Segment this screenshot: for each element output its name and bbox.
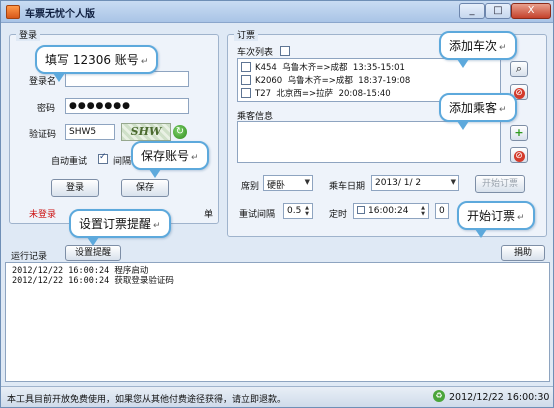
seat-value: 硬卧 [267,181,286,191]
tooltip-text: 设置订票提醒 [79,217,152,231]
spin-icon: ▲ ▼ [421,205,425,217]
username-label: 登录名 [29,77,57,87]
add-passenger-button[interactable]: + [510,125,528,141]
train-time: 13:35-15:01 [352,63,405,73]
set-reminder-button[interactable]: 设置提醒 [65,245,121,261]
window-title: 车票无忧个人版 [25,9,95,20]
train-row[interactable]: K454 乌鲁木齐=>成都 13:35-15:01 [241,61,405,74]
app-icon [6,5,20,19]
title-bar: 车票无忧个人版 _ □ X [1,1,553,23]
tooltip-text: 添加车次 [449,39,498,53]
seat-select[interactable]: 硬卧 ▼ [263,175,313,191]
auto-retry-checkbox[interactable] [98,152,108,164]
train-code: K2060 [255,76,283,86]
train-route: 北京西=>拉萨 [276,89,334,99]
password-field[interactable]: ●●●●●●● [65,98,189,114]
return-icon: ↵ [191,153,199,163]
interval-label: 间隔 [113,157,132,167]
tooltip-start-order: 开始订票 ↵ [457,201,535,238]
password-label: 密码 [37,104,56,114]
clock-icon: ♻ [433,390,445,402]
start-order-button[interactable]: 开始订票 [475,175,525,193]
donate-button[interactable]: 捐助 [501,245,545,261]
log-area: 2012/12/22 16:00:24 程序启动 2012/12/22 16:0… [5,262,550,382]
return-icon: ↵ [499,105,507,115]
remove-icon: ⊘ [513,151,525,162]
retry-interval-label: 重试间隔 [239,210,276,220]
plus-icon: + [514,126,524,139]
close-button[interactable]: X [511,3,551,19]
train-code: K454 [255,63,277,73]
spin-icon: ▲ ▼ [305,205,309,217]
train-code: T27 [255,89,272,99]
tooltip-text: 添加乘客 [449,101,498,115]
train-time: 18:37-19:08 [358,76,411,86]
retry-interval-stepper[interactable]: 0.5 ▲ ▼ [283,203,313,219]
status-notice: 本工具目前开放免费使用，如果您从其他付费途径获得，请立即退款。 [7,395,287,405]
calendar-dropdown-icon: ▼ [450,178,456,186]
order-legend: 订票 [234,28,259,41]
date-value: 2013/ 1/ 2 [375,178,422,188]
tooltip-text: 保存账号 [141,149,190,163]
save-button[interactable]: 保存 [121,179,169,197]
login-legend: 登录 [16,28,41,41]
captcha-label: 验证码 [29,130,57,140]
status-datetime: 2012/12/22 16:00:30 [449,392,550,403]
log-line: 2012/12/22 16:00:24 获取登录验证码 [12,276,174,286]
timer-label: 定时 [329,210,348,220]
login-status: 未登录 [29,210,57,220]
tooltip-fill-account: 填写 12306 账号 ↵ [35,45,159,82]
timer-value: 16:00:24 [368,206,409,216]
status-bar: 本工具目前开放免费使用，如果您从其他付费途径获得，请立即退款。 ♻ 2012/1… [1,386,553,407]
return-icon: ↵ [517,213,525,223]
return-icon: ↵ [153,221,161,231]
log-line: 2012/12/22 16:00:24 程序启动 [12,266,149,276]
seat-label: 席别 [241,182,260,192]
tooltip-set-reminder: 设置订票提醒 ↵ [69,209,171,246]
tooltip-text: 填写 12306 账号 [45,53,139,67]
train-list-label: 车次列表 [237,48,274,58]
search-icon: ⌕ [515,62,523,75]
date-picker[interactable]: 2013/ 1/ 2 ▼ [371,175,459,191]
log-label: 运行记录 [11,252,48,262]
chevron-down-icon: ▼ [304,178,310,186]
tooltip-save-account: 保存账号 ↵ [131,141,209,178]
train-route: 乌鲁木齐=>成都 [287,76,353,86]
refresh-captcha-icon[interactable]: ↻ [173,125,187,139]
maximize-button[interactable]: □ [485,3,511,19]
date-label: 乘车日期 [329,182,366,192]
captcha-image[interactable]: SHW [121,123,171,141]
captcha-field[interactable]: SHW5 [65,124,115,140]
train-row[interactable]: T27 北京西=>拉萨 20:08-15:40 [241,87,391,100]
extra-field[interactable]: 0 [435,203,449,219]
retry-interval-value: 0.5 [287,206,302,216]
train-checkbox[interactable] [241,74,251,85]
tooltip-add-passenger: 添加乘客 ↵ [439,93,517,130]
remove-passenger-button[interactable]: ⊘ [510,147,528,163]
train-list-select-all-checkbox[interactable] [280,46,290,56]
tooltip-text: 开始订票 [467,209,516,223]
timer-checkbox[interactable] [357,205,365,214]
train-checkbox[interactable] [241,87,251,98]
train-time: 20:08-15:40 [338,89,391,99]
auto-retry-label: 自动重试 [51,157,88,167]
train-checkbox[interactable] [241,61,251,72]
login-button[interactable]: 登录 [51,179,99,197]
search-train-button[interactable]: ⌕ [510,61,528,77]
return-icon: ↵ [140,57,149,67]
train-row[interactable]: K2060 乌鲁木齐=>成都 18:37-19:08 [241,74,410,87]
order-suffix-label: 单 [204,210,214,220]
timer-field[interactable]: 16:00:24 ▲ ▼ [353,203,429,219]
minimize-button[interactable]: _ [459,3,485,19]
train-route: 乌鲁木齐=>成都 [282,63,348,73]
return-icon: ↵ [499,43,507,53]
tooltip-add-train: 添加车次 ↵ [439,31,517,68]
main-window: 车票无忧个人版 _ □ X 登录 登录名 密码 ●●●●●●● 验证码 SHW5… [0,0,554,408]
